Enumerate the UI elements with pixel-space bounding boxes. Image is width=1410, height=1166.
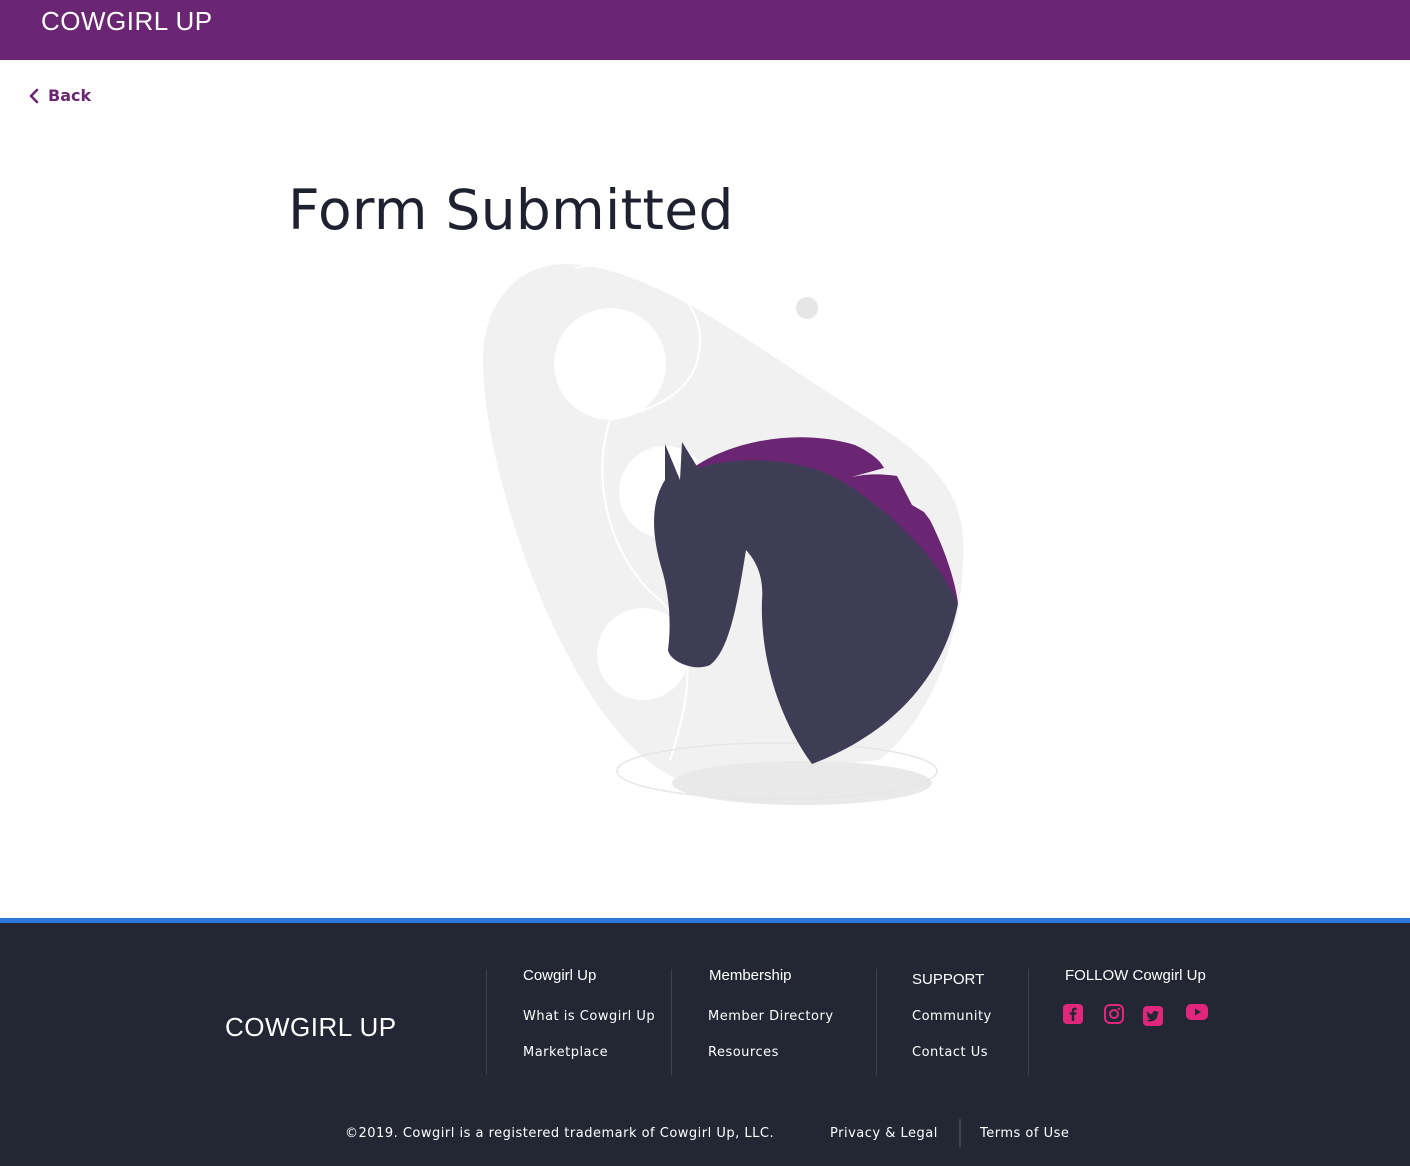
horse-illustration xyxy=(483,264,964,805)
facebook-icon[interactable] xyxy=(1062,1003,1084,1025)
site-footer: COWGIRL UP Cowgirl Up What is Cowgirl Up… xyxy=(0,918,1410,1166)
footer-link-contact-us[interactable]: Contact Us xyxy=(912,1045,988,1060)
privacy-legal-link[interactable]: Privacy & Legal xyxy=(830,1126,938,1141)
twitter-icon[interactable] xyxy=(1142,1005,1164,1027)
footer-heading-follow: FOLLOW Cowgirl Up xyxy=(1065,967,1206,984)
footer-link-what-is-cowgirl-up[interactable]: What is Cowgirl Up xyxy=(523,1009,655,1024)
back-link[interactable]: Back xyxy=(29,86,91,105)
footer-legal-divider xyxy=(959,1119,961,1147)
footer-link-marketplace[interactable]: Marketplace xyxy=(523,1045,608,1060)
instagram-icon[interactable] xyxy=(1103,1003,1125,1025)
footer-heading-support: SUPPORT xyxy=(912,971,985,988)
back-label: Back xyxy=(48,86,92,105)
page-title: Form Submitted xyxy=(288,178,734,242)
copyright-text: ©2019. Cowgirl is a registered trademark… xyxy=(345,1126,775,1141)
top-header-bar: COWGIRL UP xyxy=(0,0,1410,60)
footer-heading-membership: Membership xyxy=(709,967,792,984)
footer-divider xyxy=(876,969,877,1075)
footer-divider xyxy=(671,969,672,1075)
site-logo[interactable]: COWGIRL UP xyxy=(41,6,213,37)
youtube-icon[interactable] xyxy=(1185,1001,1209,1023)
footer-link-member-directory[interactable]: Member Directory xyxy=(708,1009,834,1024)
footer-divider xyxy=(486,969,487,1075)
footer-logo[interactable]: COWGIRL UP xyxy=(225,1012,397,1043)
footer-divider xyxy=(1028,969,1029,1075)
footer-link-resources[interactable]: Resources xyxy=(708,1045,779,1060)
terms-of-use-link[interactable]: Terms of Use xyxy=(980,1126,1069,1141)
footer-heading-cowgirl-up: Cowgirl Up xyxy=(523,967,597,984)
chevron-left-icon xyxy=(29,88,39,103)
footer-link-community[interactable]: Community xyxy=(912,1009,992,1024)
